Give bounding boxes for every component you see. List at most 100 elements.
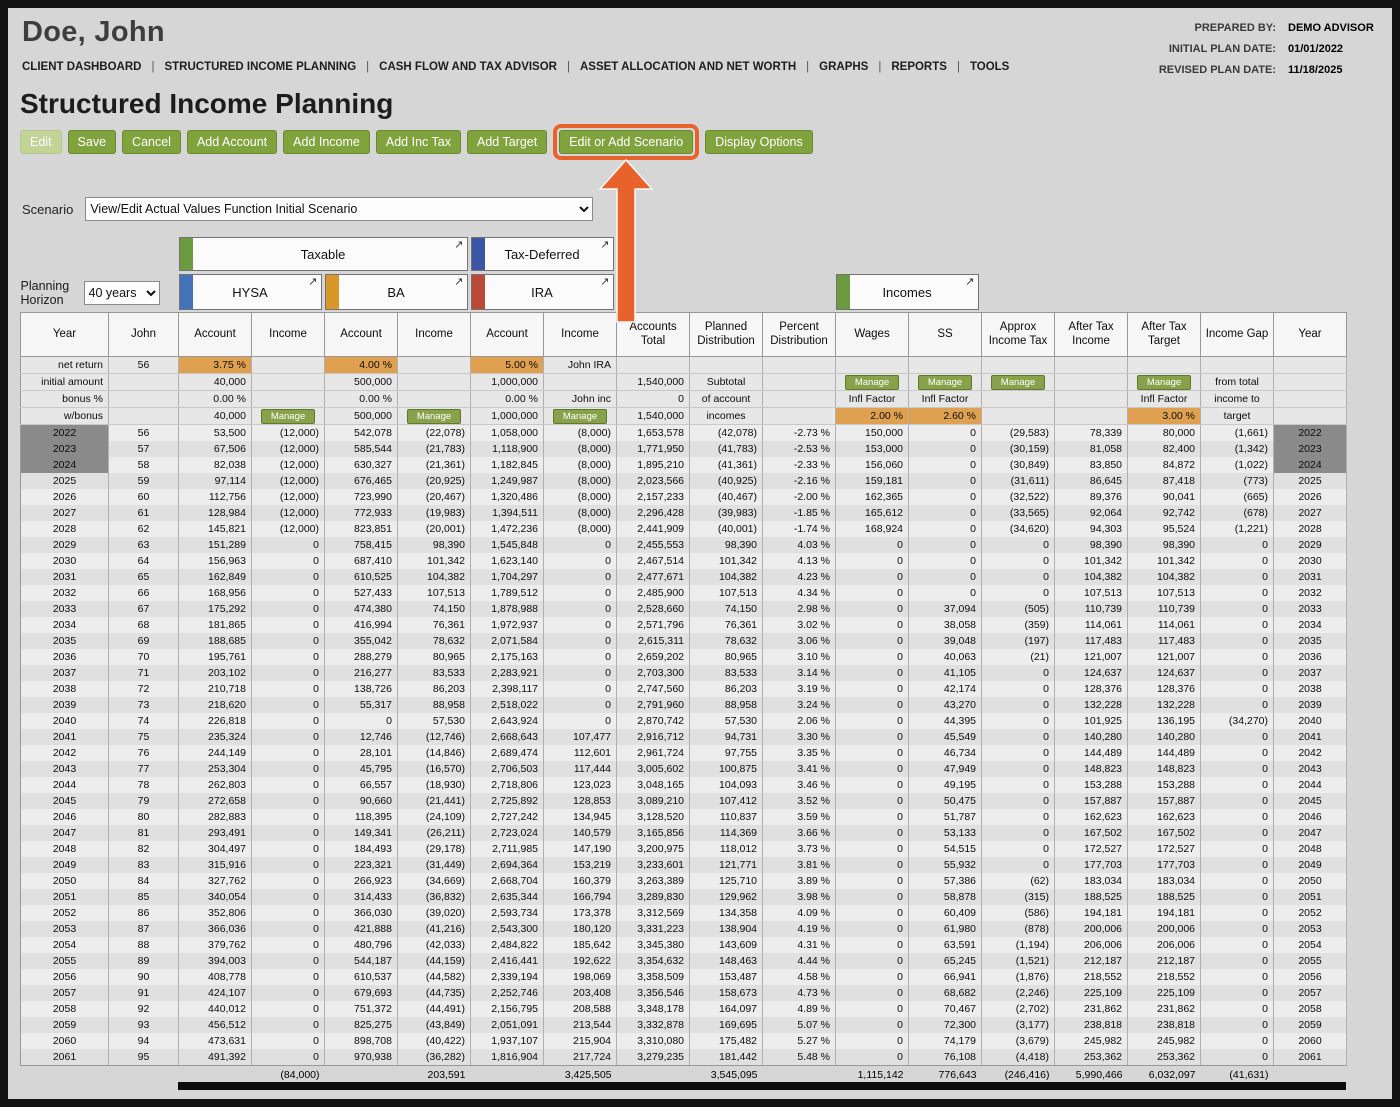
cell: 134,358 <box>689 905 764 921</box>
planning-horizon-select[interactable]: 40 years <box>83 281 160 305</box>
cell: 2,791,960 <box>616 697 691 713</box>
add-inc-tax-button[interactable]: Add Inc Tax <box>375 130 461 154</box>
cell: 2042 <box>20 745 109 761</box>
cell: 2033 <box>20 601 109 617</box>
cell: 0 <box>251 633 325 649</box>
cell: 0 <box>835 921 910 937</box>
cell: 0 <box>251 1017 325 1033</box>
add-account-button[interactable]: Add Account <box>186 130 278 154</box>
cell: 3,345,380 <box>616 937 691 953</box>
cell: 4.03 % <box>762 537 837 553</box>
table-row: 2025 59 97,114 (12,000) 676,465 (20,925) 1,249… <box>20 473 1348 489</box>
manage-button[interactable]: Manage <box>260 408 316 424</box>
cell: 55,317 <box>324 697 398 713</box>
cell: 0 <box>251 569 325 585</box>
cell: 2041 <box>1273 729 1348 745</box>
manage-button[interactable]: Manage <box>1136 374 1192 390</box>
expand-icon[interactable]: ↗ <box>600 238 609 251</box>
cell: 2056 <box>20 969 109 985</box>
cell: 2,747,560 <box>616 681 691 697</box>
cell: 379,762 <box>178 937 252 953</box>
column-header-row: Year John Account Income Account Income Accoun… <box>20 312 1348 357</box>
nav-item[interactable]: GRAPHS <box>796 61 868 73</box>
cell: 0 <box>981 761 1056 777</box>
cell: 272,658 <box>178 793 252 809</box>
nav-item[interactable]: STRUCTURED INCOME PLANNING <box>141 61 356 73</box>
cell: 55,932 <box>908 857 983 873</box>
cell: 153,219 <box>543 857 618 873</box>
cell: 3,263,389 <box>616 873 691 889</box>
incomes-group-box: Incomes ↗ <box>835 274 979 310</box>
cell: 61 <box>108 505 179 521</box>
cell: 0 <box>251 601 325 617</box>
nav-item[interactable]: TOOLS <box>947 61 1009 73</box>
cell: 2052 <box>1273 905 1348 921</box>
cell: 188,525 <box>1054 889 1129 905</box>
display-options-button[interactable]: Display Options <box>705 130 813 154</box>
cell: (773) <box>1200 473 1275 489</box>
expand-icon[interactable]: ↗ <box>965 275 974 288</box>
cell: 172,527 <box>1127 841 1202 857</box>
ba-group-label: BA <box>387 284 405 300</box>
manage-button[interactable]: Manage <box>406 408 462 424</box>
cell: 4.58 % <box>762 969 837 985</box>
expand-icon[interactable]: ↗ <box>454 238 463 251</box>
cell: 138,904 <box>689 921 764 937</box>
cell: 225,109 <box>1127 985 1202 1001</box>
cell: 0 <box>251 697 325 713</box>
total-empty <box>325 1066 398 1083</box>
nav-item[interactable]: CASH FLOW AND TAX ADVISOR <box>356 61 557 73</box>
nav-item[interactable]: ASSET ALLOCATION AND NET WORTH <box>557 61 796 73</box>
manage-button[interactable]: Manage <box>917 374 973 390</box>
table-row: 2061 95 491,392 0 970,938 (36,282) 1,816,904 21… <box>20 1049 1348 1066</box>
total-empty <box>109 1066 179 1083</box>
cell: 3.06 % <box>762 633 837 649</box>
table-row: 2060 94 473,631 0 898,708 (40,422) 1,937,107 21… <box>20 1033 1348 1049</box>
save-button[interactable]: Save <box>67 130 117 154</box>
cell: 128,984 <box>178 505 252 521</box>
manage-button[interactable]: Manage <box>990 374 1046 390</box>
cell: 5.48 % <box>762 1049 837 1066</box>
cell: 68 <box>108 617 179 633</box>
cell: 0 <box>835 649 910 665</box>
cell: 2040 <box>20 713 109 729</box>
cell: 1,182,845 <box>470 457 544 473</box>
nav-item[interactable]: CLIENT DASHBOARD <box>22 61 141 73</box>
cancel-button[interactable]: Cancel <box>122 130 181 154</box>
edit-or-add-scenario-button[interactable]: Edit or Add Scenario <box>559 130 694 154</box>
cell: 0 <box>835 601 910 617</box>
total-empty <box>21 1066 109 1083</box>
cell: 95 <box>108 1049 179 1066</box>
cell: 0 <box>835 665 910 681</box>
column-header: Planned Distribution <box>689 312 764 357</box>
cell: 83,533 <box>689 665 764 681</box>
expand-icon[interactable]: ↗ <box>454 275 463 288</box>
edit-button[interactable]: Edit <box>20 130 62 154</box>
expand-icon[interactable]: ↗ <box>600 275 609 288</box>
cell: 0 <box>981 857 1056 873</box>
manage-button[interactable]: Manage <box>552 408 608 424</box>
cell: 1,816,904 <box>470 1049 544 1066</box>
scenario-select[interactable]: View/Edit Actual Values Function Initial… <box>85 197 594 221</box>
expand-icon[interactable]: ↗ <box>308 275 317 288</box>
cell: 63 <box>108 537 179 553</box>
meta-cell <box>1273 390 1348 408</box>
cell: 0 <box>981 697 1056 713</box>
column-header: Account <box>324 312 398 357</box>
manage-button[interactable]: Manage <box>844 374 900 390</box>
cell: 2053 <box>1273 921 1348 937</box>
manage-cell: Manage <box>543 407 618 425</box>
cell: 0 <box>835 873 910 889</box>
cell: 2,398,117 <box>470 681 544 697</box>
cell: (41,783) <box>689 441 764 457</box>
cell: 110,837 <box>689 809 764 825</box>
nav-item[interactable]: REPORTS <box>868 61 947 73</box>
cell: (678) <box>1200 505 1275 521</box>
cell: 0 <box>1200 745 1275 761</box>
add-income-button[interactable]: Add Income <box>283 130 370 154</box>
cell: 1,895,210 <box>616 457 691 473</box>
cell: (40,422) <box>397 1033 471 1049</box>
cell: 172,527 <box>1054 841 1129 857</box>
add-target-button[interactable]: Add Target <box>466 130 548 154</box>
cell: 121,007 <box>1127 649 1202 665</box>
